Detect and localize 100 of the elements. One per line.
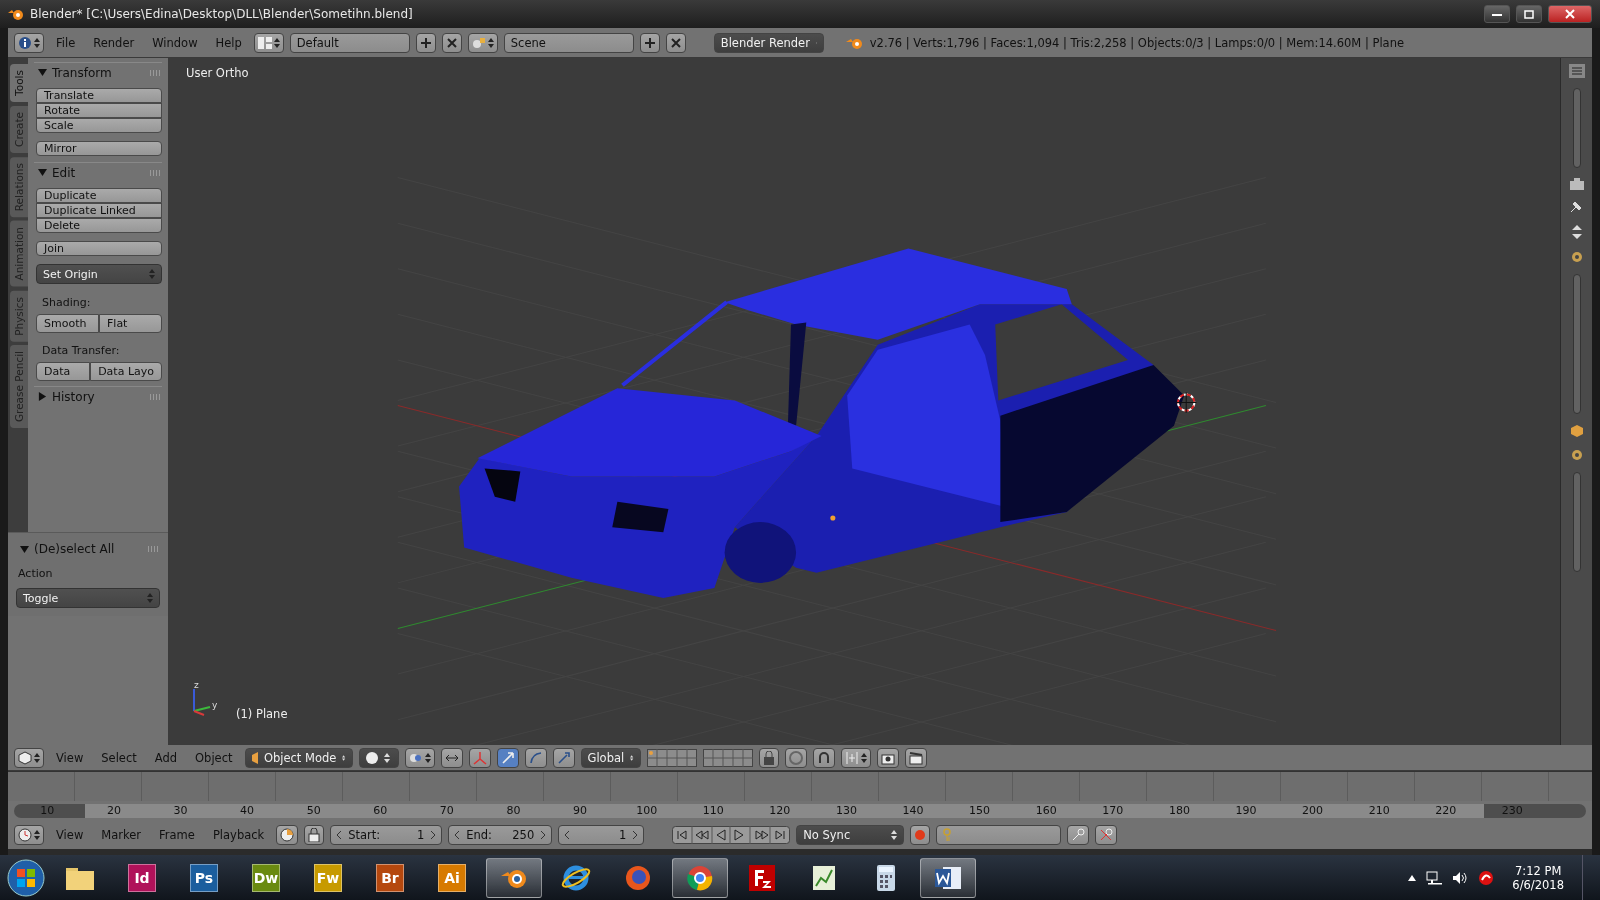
- start-frame-field[interactable]: Start: 1: [330, 825, 443, 845]
- browser-e-icon[interactable]: [561, 863, 591, 892]
- menu-item[interactable]: File: [50, 35, 82, 50]
- tool-button[interactable]: Mirror: [36, 141, 162, 156]
- scrollbar[interactable]: [1572, 88, 1581, 168]
- taskbar-app[interactable]: [672, 857, 728, 898]
- dropdown[interactable]: Set Origin: [36, 264, 162, 284]
- menu-item[interactable]: Select: [95, 750, 143, 765]
- menu-item[interactable]: Frame: [153, 828, 201, 842]
- tool-button[interactable]: Join: [36, 241, 162, 256]
- menu-item[interactable]: Window: [146, 35, 204, 50]
- app-icon[interactable]: Dw: [252, 863, 280, 892]
- shading-dropdown[interactable]: [358, 747, 399, 768]
- editor-type-button[interactable]: [14, 747, 44, 768]
- disclosure-triangle-icon[interactable]: [38, 392, 47, 401]
- tool-button[interactable]: Data Layo: [90, 362, 162, 381]
- maximize-button[interactable]: [1516, 5, 1542, 23]
- current-frame-field[interactable]: 1: [558, 825, 645, 845]
- layer-grid-icon[interactable]: [702, 748, 753, 767]
- render-animation-button[interactable]: [904, 747, 927, 768]
- chrome-circle-icon[interactable]: [685, 863, 715, 892]
- pivot-button[interactable]: [404, 747, 435, 768]
- panel-header[interactable]: (De)select All: [16, 539, 160, 559]
- app-icon[interactable]: Id: [128, 863, 156, 892]
- taskbar-app[interactable]: [920, 857, 976, 898]
- menu-item[interactable]: View: [50, 828, 90, 842]
- proportional-button[interactable]: [784, 747, 807, 768]
- remove-button[interactable]: [441, 32, 462, 53]
- taskbar-app[interactable]: Ai: [424, 857, 480, 898]
- tool-button[interactable]: Scale: [36, 118, 162, 133]
- layer-grid-icon[interactable]: [646, 748, 697, 767]
- filezilla-icon[interactable]: [747, 863, 777, 892]
- app-icon[interactable]: Br: [376, 863, 404, 892]
- snap-button[interactable]: [440, 747, 463, 768]
- disclosure-triangle-icon[interactable]: [38, 68, 47, 77]
- start-button[interactable]: [6, 857, 46, 898]
- menu-item[interactable]: View: [50, 750, 90, 765]
- taskbar-app[interactable]: [486, 857, 542, 898]
- menu-item[interactable]: Marker: [95, 828, 148, 842]
- end-frame-field[interactable]: End: 250: [448, 825, 553, 845]
- tool-button[interactable]: Rotate: [36, 103, 162, 118]
- orientation-dropdown[interactable]: Global: [580, 747, 641, 768]
- panel-header[interactable]: Edit: [34, 162, 162, 182]
- panel-header[interactable]: History: [34, 386, 162, 406]
- tool-button[interactable]: Flat: [99, 314, 162, 333]
- tool-button[interactable]: Smooth: [36, 314, 99, 333]
- manipulator-button[interactable]: [468, 747, 491, 768]
- antivirus-icon[interactable]: [1478, 869, 1495, 886]
- scene-button[interactable]: [467, 32, 498, 53]
- app-icon[interactable]: Ps: [190, 863, 218, 892]
- network-icon[interactable]: [1426, 870, 1443, 885]
- mode-dropdown[interactable]: Object Mode: [244, 747, 353, 768]
- dropdown[interactable]: Toggle: [16, 588, 160, 608]
- panel-tab[interactable]: Tools: [10, 64, 28, 102]
- lock-button[interactable]: [304, 825, 325, 845]
- tray-arrow-icon[interactable]: [1408, 874, 1417, 881]
- keying-button[interactable]: [276, 825, 299, 845]
- disclosure-triangle-icon[interactable]: [20, 544, 29, 554]
- menu-item[interactable]: Help: [209, 35, 248, 50]
- disclosure-triangle-icon[interactable]: [38, 168, 47, 177]
- delete-key-button[interactable]: [1095, 825, 1118, 845]
- add-button[interactable]: [639, 32, 660, 53]
- scale-manipulator-button[interactable]: [552, 747, 575, 768]
- move-manipulator-button[interactable]: [496, 747, 519, 768]
- playback-controls-icon[interactable]: [672, 826, 791, 844]
- fox-globe-icon[interactable]: [623, 863, 653, 892]
- menu-item[interactable]: Object: [189, 750, 239, 765]
- layout-button[interactable]: [253, 32, 284, 53]
- taskbar-app[interactable]: Dw: [238, 857, 294, 898]
- record-button[interactable]: [910, 825, 931, 845]
- sync-dropdown[interactable]: No Sync: [796, 825, 905, 845]
- taskbar-app[interactable]: Id: [114, 857, 170, 898]
- speaker-icon[interactable]: [1452, 870, 1469, 885]
- list-icon[interactable]: [1568, 64, 1585, 78]
- add-button[interactable]: [415, 32, 436, 53]
- tool-button[interactable]: Data: [36, 362, 91, 381]
- rotate-manipulator-button[interactable]: [524, 747, 547, 768]
- opengl-render-button[interactable]: [876, 747, 899, 768]
- scrollbar[interactable]: [1572, 472, 1581, 572]
- insert-key-button[interactable]: [1067, 825, 1090, 845]
- tool-button[interactable]: Delete: [36, 218, 162, 233]
- remove-button[interactable]: [665, 32, 686, 53]
- lock-button[interactable]: [758, 747, 779, 768]
- menu-item[interactable]: Playback: [206, 828, 271, 842]
- menu-item[interactable]: Render: [87, 35, 141, 50]
- spinner-icon[interactable]: [1570, 224, 1583, 240]
- minimize-button[interactable]: [1484, 5, 1510, 23]
- close-button[interactable]: [1548, 5, 1592, 23]
- taskbar-app[interactable]: Ps: [176, 857, 232, 898]
- app-icon[interactable]: Ai: [438, 863, 466, 892]
- clock[interactable]: 7:12 PM 6/6/2018: [1504, 863, 1572, 892]
- render-engine-dropdown[interactable]: Blender Render: [713, 32, 824, 53]
- tool-button[interactable]: Duplicate: [36, 188, 162, 203]
- scrollbar[interactable]: [1572, 274, 1581, 414]
- scene-field[interactable]: Scene: [503, 32, 634, 53]
- panel-header[interactable]: Transform: [34, 62, 162, 82]
- snap-toggle-button[interactable]: [812, 747, 835, 768]
- snap-target-button[interactable]: [840, 747, 871, 768]
- taskbar-app[interactable]: Br: [362, 857, 418, 898]
- editor-type-button[interactable]: [14, 825, 44, 845]
